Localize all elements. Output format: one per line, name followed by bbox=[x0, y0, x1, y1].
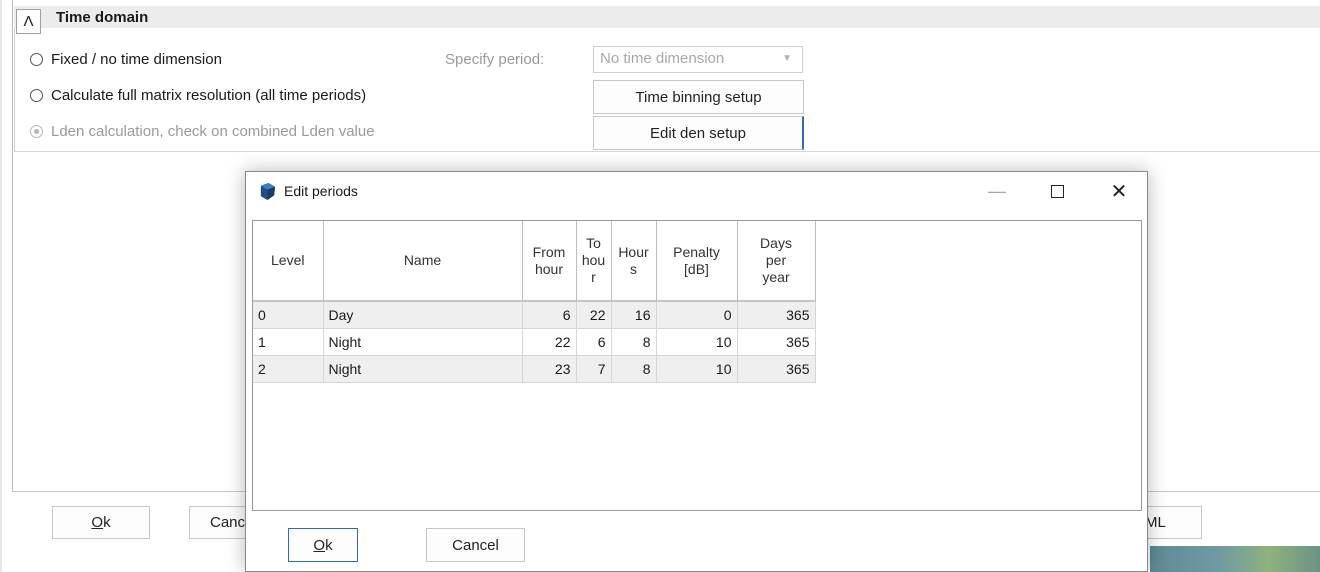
column-header-level[interactable]: Level bbox=[253, 221, 324, 302]
cell-days-per-year[interactable]: 365 bbox=[736, 327, 816, 356]
cancel-label: Canc bbox=[210, 514, 246, 531]
time-domain-section-header bbox=[14, 6, 1320, 28]
app-icon bbox=[260, 182, 276, 201]
cell-from-hour[interactable]: 6 bbox=[521, 300, 577, 329]
column-header-hours[interactable]: Hour s bbox=[610, 221, 657, 302]
cell-from-hour[interactable]: 23 bbox=[521, 354, 577, 383]
cell-days-per-year[interactable]: 365 bbox=[736, 354, 816, 383]
cell-from-hour[interactable]: 22 bbox=[521, 327, 577, 356]
cell-name[interactable]: Day bbox=[322, 300, 523, 329]
cell-hours[interactable]: 8 bbox=[610, 327, 657, 356]
radio-full-matrix-option[interactable]: Calculate full matrix resolution (all ti… bbox=[30, 87, 366, 104]
edit-periods-dialog: Edit periods — ✕ Level Name From hour To… bbox=[245, 171, 1148, 572]
dialog-title: Edit periods bbox=[284, 183, 358, 199]
column-header-days-per-year[interactable]: Days per year bbox=[736, 221, 816, 302]
dropdown-arrow-icon: ▼ bbox=[782, 53, 792, 64]
radio-lden-option[interactable]: Lden calculation, check on combined Lden… bbox=[30, 123, 375, 140]
radio-full-label: Calculate full matrix resolution (all ti… bbox=[51, 87, 367, 104]
window-left-edge bbox=[0, 0, 2, 572]
cell-days-per-year[interactable]: 365 bbox=[736, 300, 816, 329]
radio-lden-label: Lden calculation, check on combined Lden… bbox=[51, 123, 375, 140]
cell-level[interactable]: 1 bbox=[253, 327, 324, 356]
table-row[interactable]: 0 Day 6 22 16 0 365 bbox=[253, 300, 816, 329]
period-select[interactable]: No time dimension ▼ bbox=[593, 46, 803, 73]
radio-button[interactable] bbox=[30, 53, 43, 66]
table-row[interactable]: 2 Night 23 7 8 10 365 bbox=[253, 354, 816, 383]
maximize-icon bbox=[1050, 184, 1064, 198]
close-button[interactable]: ✕ bbox=[1088, 172, 1150, 210]
minimize-icon: — bbox=[988, 180, 1006, 201]
column-header-name[interactable]: Name bbox=[322, 221, 523, 302]
cell-hours[interactable]: 16 bbox=[610, 300, 657, 329]
cell-to-hour[interactable]: 22 bbox=[575, 300, 612, 329]
cell-name[interactable]: Night bbox=[322, 354, 523, 383]
radio-fixed-label: Fixed / no time dimension bbox=[51, 51, 222, 68]
ok-mnemonic: O bbox=[91, 514, 104, 531]
map-preview bbox=[1150, 546, 1320, 572]
periods-table: Level Name From hour To hou r Hour s Pen… bbox=[253, 221, 816, 383]
cell-level[interactable]: 2 bbox=[253, 354, 324, 383]
table-header-row: Level Name From hour To hou r Hour s Pen… bbox=[253, 221, 816, 302]
cell-penalty[interactable]: 0 bbox=[655, 300, 738, 329]
cell-to-hour[interactable]: 7 bbox=[575, 354, 612, 383]
edit-den-setup-button[interactable]: Edit den setup bbox=[593, 116, 804, 150]
ok-button[interactable]: Ok bbox=[52, 506, 150, 539]
radio-button-selected[interactable] bbox=[30, 125, 43, 138]
specify-period-label: Specify period: bbox=[445, 51, 545, 68]
table-row[interactable]: 1 Night 22 6 8 10 365 bbox=[253, 327, 816, 356]
xml-label: ML bbox=[1145, 514, 1166, 531]
cell-penalty[interactable]: 10 bbox=[655, 354, 738, 383]
cell-to-hour[interactable]: 6 bbox=[575, 327, 612, 356]
ok-label-rest: k bbox=[325, 536, 333, 554]
column-header-to-hour[interactable]: To hou r bbox=[575, 221, 612, 302]
dialog-cancel-button[interactable]: Cancel bbox=[426, 528, 525, 562]
cell-hours[interactable]: 8 bbox=[610, 354, 657, 383]
periods-grid[interactable]: Level Name From hour To hou r Hour s Pen… bbox=[252, 220, 1142, 511]
ok-label-rest: k bbox=[103, 514, 111, 531]
time-binning-setup-button[interactable]: Time binning setup bbox=[593, 80, 804, 114]
minimize-button[interactable]: — bbox=[966, 172, 1028, 210]
cell-penalty[interactable]: 10 bbox=[655, 327, 738, 356]
cell-level[interactable]: 0 bbox=[253, 300, 324, 329]
column-header-penalty[interactable]: Penalty [dB] bbox=[655, 221, 738, 302]
ok-mnemonic: O bbox=[313, 536, 326, 554]
column-header-from-hour[interactable]: From hour bbox=[521, 221, 577, 302]
radio-fixed-option[interactable]: Fixed / no time dimension bbox=[30, 51, 222, 68]
close-icon: ✕ bbox=[1110, 180, 1128, 203]
radio-button[interactable] bbox=[30, 89, 43, 102]
maximize-button[interactable] bbox=[1026, 172, 1088, 210]
cell-name[interactable]: Night bbox=[322, 327, 523, 356]
section-title: Time domain bbox=[56, 9, 149, 26]
dialog-ok-button[interactable]: Ok bbox=[288, 528, 358, 562]
period-select-value: No time dimension bbox=[600, 50, 725, 67]
